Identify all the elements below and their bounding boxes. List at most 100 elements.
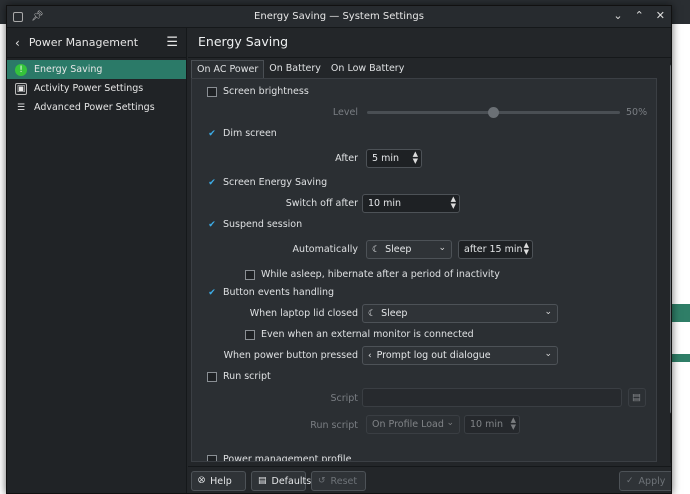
sidebar-item-advanced-power-settings[interactable]: ☰ Advanced Power Settings: [7, 98, 186, 117]
run-script-row: Run script: [207, 371, 271, 382]
lid-closed-label: When laptop lid closed: [249, 308, 358, 319]
dim-after-spinbox[interactable]: 5 min ▲ ▼: [366, 149, 422, 168]
button-events-checkbox[interactable]: ✔: [207, 288, 217, 298]
help-button[interactable]: ⭙ Help: [191, 471, 246, 491]
automatically-label: Automatically: [292, 244, 358, 255]
run-after-value: 10 min: [470, 419, 504, 430]
spin-arrows-icon[interactable]: ▲ ▼: [413, 151, 418, 165]
settings-app-icon[interactable]: [13, 11, 23, 22]
sleep-icon: ☾: [372, 244, 381, 255]
dim-after-label: After: [335, 153, 358, 164]
scrollbar-thumb[interactable]: [670, 64, 671, 414]
power-icon: !: [15, 63, 27, 76]
sidebar-header: ‹ Power Management ☰: [7, 28, 186, 58]
power-button-value: Prompt log out dialogue: [376, 350, 491, 361]
sidebar-title: Power Management: [28, 36, 139, 49]
power-profile-row: Power management profile: [207, 454, 352, 462]
sidebar-item-energy-saving[interactable]: ! Energy Saving: [7, 60, 186, 79]
spin-arrows-icon[interactable]: ▲ ▼: [511, 417, 516, 431]
dim-screen-checkbox[interactable]: ✔: [207, 129, 217, 139]
tab-on-ac-power[interactable]: On AC Power: [191, 60, 265, 78]
lid-closed-value: Sleep: [381, 308, 408, 319]
reset-button[interactable]: ↺ Reset: [311, 471, 366, 491]
footer-button-bar: ⭙ Help ▤ Defaults ↺ Reset ✓ Apply: [188, 466, 671, 493]
chevron-down-icon: ⌄: [438, 243, 446, 253]
screen-energy-saving-row: ✔ Screen Energy Saving: [207, 177, 327, 188]
power-profile-label: Power management profile: [223, 454, 352, 462]
chevron-down-icon: ⌄: [544, 307, 552, 317]
run-script-label: Run script: [223, 371, 271, 382]
spin-arrows-icon[interactable]: ▲ ▼: [451, 196, 456, 210]
defaults-button[interactable]: ▤ Defaults: [251, 471, 311, 491]
chevron-down-icon: ⌄: [544, 349, 552, 359]
suspend-after-spinbox[interactable]: after 15 min ▲ ▼: [458, 240, 533, 259]
close-button[interactable]: ✕: [656, 9, 665, 22]
suspend-action-value: Sleep: [385, 244, 412, 255]
run-script-when-label: Run script: [310, 420, 358, 431]
dim-screen-label: Dim screen: [223, 128, 277, 139]
tab-on-battery[interactable]: On Battery: [264, 60, 326, 78]
reset-button-label: Reset: [330, 475, 358, 487]
spin-arrows-icon[interactable]: ▲ ▼: [524, 242, 529, 256]
run-when-value: On Profile Load: [372, 419, 444, 430]
sidebar-item-label: Energy Saving: [34, 64, 103, 75]
list-icon: ☰: [16, 102, 26, 113]
power-button-label: When power button pressed: [223, 350, 358, 361]
external-monitor-row: Even when an external monitor is connect…: [245, 329, 474, 340]
screen-energy-saving-checkbox[interactable]: ✔: [207, 178, 217, 188]
run-script-checkbox[interactable]: [207, 371, 217, 382]
level-value: 50%: [626, 107, 648, 118]
hamburger-menu-icon[interactable]: ☰: [166, 35, 178, 50]
page-title: Energy Saving: [188, 28, 671, 58]
slider-handle[interactable]: [488, 107, 499, 118]
logout-icon: ‹: [368, 350, 372, 361]
dim-after-value: 5 min: [372, 153, 399, 164]
file-icon: ▤: [632, 392, 641, 403]
level-label: Level: [332, 107, 358, 118]
external-monitor-checkbox[interactable]: [245, 329, 255, 340]
power-profile-checkbox[interactable]: [207, 454, 217, 461]
titlebar[interactable]: 📌︎ Energy Saving — System Settings ⌄ ⌃ ✕: [7, 6, 671, 28]
browse-script-button[interactable]: ▤: [628, 388, 646, 407]
sleep-icon: ☾: [368, 308, 377, 319]
apply-button-label: Apply: [638, 475, 666, 487]
screen-brightness-checkbox[interactable]: [207, 86, 217, 97]
suspend-session-checkbox[interactable]: ✔: [207, 220, 217, 230]
sidebar-item-label: Activity Power Settings: [34, 83, 144, 94]
maximize-button[interactable]: ⌃: [635, 9, 644, 22]
help-icon: ⭙: [198, 476, 206, 486]
hibernate-checkbox[interactable]: [245, 269, 255, 280]
checkmark-icon: ✓: [626, 476, 634, 486]
script-label: Script: [330, 393, 358, 404]
tab-on-low-battery[interactable]: On Low Battery: [326, 60, 409, 78]
sidebar: ‹ Power Management ☰ ! Energy Saving ▣ A…: [7, 28, 187, 493]
pin-icon[interactable]: 📌︎: [31, 11, 44, 22]
suspend-session-row: ✔ Suspend session: [207, 219, 302, 230]
run-when-combo[interactable]: On Profile Load ⌄: [366, 415, 460, 434]
chevron-down-icon: ⌄: [446, 418, 454, 428]
apply-button[interactable]: ✓ Apply: [619, 471, 671, 491]
minimize-button[interactable]: ⌄: [613, 9, 622, 22]
hibernate-row: While asleep, hibernate after a period o…: [245, 269, 500, 280]
help-button-label: Help: [210, 475, 232, 487]
lid-closed-combo[interactable]: ☾ Sleep ⌄: [362, 304, 558, 323]
button-events-row: ✔ Button events handling: [207, 287, 334, 298]
defaults-icon: ▤: [258, 476, 267, 486]
suspend-session-label: Suspend session: [223, 219, 303, 230]
script-path-input[interactable]: [362, 388, 622, 407]
back-icon[interactable]: ‹: [15, 36, 20, 50]
vertical-scrollbar[interactable]: [670, 62, 671, 464]
main-content: Energy Saving On AC Power On Battery On …: [188, 28, 671, 493]
defaults-button-label: Defaults: [271, 475, 312, 487]
suspend-action-combo[interactable]: ☾ Sleep ⌄: [366, 240, 452, 259]
brightness-slider[interactable]: [367, 107, 620, 118]
switch-off-spinbox[interactable]: 10 min ▲ ▼: [362, 194, 460, 213]
sidebar-item-activity-power-settings[interactable]: ▣ Activity Power Settings: [7, 79, 186, 98]
screen-brightness-label: Screen brightness: [223, 86, 309, 97]
suspend-after-value: after 15 min: [464, 244, 523, 255]
battery-icon: ▣: [15, 82, 27, 95]
run-after-spinbox[interactable]: 10 min ▲ ▼: [464, 415, 520, 434]
window-title: Energy Saving — System Settings: [254, 11, 424, 22]
external-monitor-label: Even when an external monitor is connect…: [261, 329, 474, 340]
power-button-combo[interactable]: ‹ Prompt log out dialogue ⌄: [362, 346, 558, 365]
